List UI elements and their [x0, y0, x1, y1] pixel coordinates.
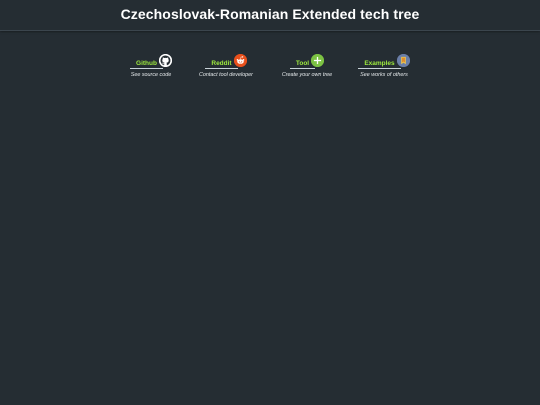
examples-link-label[interactable]: Examples [358, 60, 401, 69]
examples-link-subtitle: See works of others [360, 71, 408, 78]
examples-link[interactable]: Examples See works of others [334, 52, 434, 78]
bookmark-icon[interactable] [396, 53, 410, 67]
page-title: Czechoslovak-Romanian Extended tech tree [120, 6, 420, 22]
github-icon[interactable] [158, 53, 172, 67]
reddit-icon[interactable] [233, 53, 247, 67]
link-bar: Github See source code Reddit Contact to… [0, 52, 540, 82]
plus-icon[interactable] [311, 53, 325, 67]
page-header: Czechoslovak-Romanian Extended tech tree [0, 0, 540, 31]
